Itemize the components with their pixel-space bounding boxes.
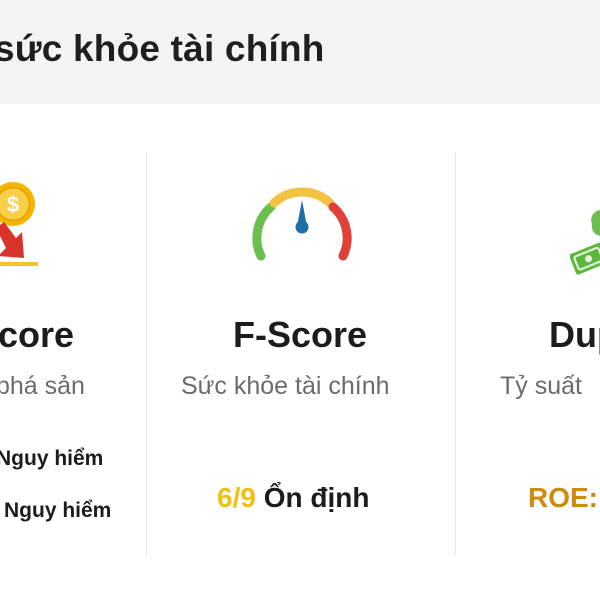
dupont-card[interactable]: Dup Tỷ suất ROE:	[456, 104, 600, 600]
card-subtitle: Tỷ suất	[500, 372, 582, 400]
money-icon	[570, 210, 600, 275]
card-title: F-Score	[233, 314, 368, 355]
card-title: core	[0, 314, 75, 355]
card-title: Dup	[549, 314, 600, 355]
score-status: Ổn định	[263, 482, 370, 513]
gauge-icon	[252, 187, 352, 261]
z-score-card[interactable]: $ core phá sản Nguy hiểm Nguy hiểm	[0, 104, 146, 600]
section-header: sức khỏe tài chính	[0, 0, 600, 104]
score-line: 6/9 Ổn định	[217, 482, 369, 514]
score-value: 6/9	[217, 482, 256, 513]
svg-text:$: $	[7, 192, 19, 217]
roe-metric: ROE:	[528, 482, 598, 513]
section-title: sức khỏe tài chính	[0, 28, 325, 69]
risk-status: Nguy hiểm	[4, 499, 112, 522]
dollar-coin-down-arrow-icon: $	[0, 182, 38, 266]
card-subtitle: phá sản	[0, 372, 85, 400]
card-subtitle: Sức khỏe tài chính	[181, 372, 390, 400]
risk-status: Nguy hiểm	[0, 447, 104, 470]
f-score-card[interactable]: F-Score Sức khỏe tài chính 6/9 Ổn định	[147, 104, 455, 600]
